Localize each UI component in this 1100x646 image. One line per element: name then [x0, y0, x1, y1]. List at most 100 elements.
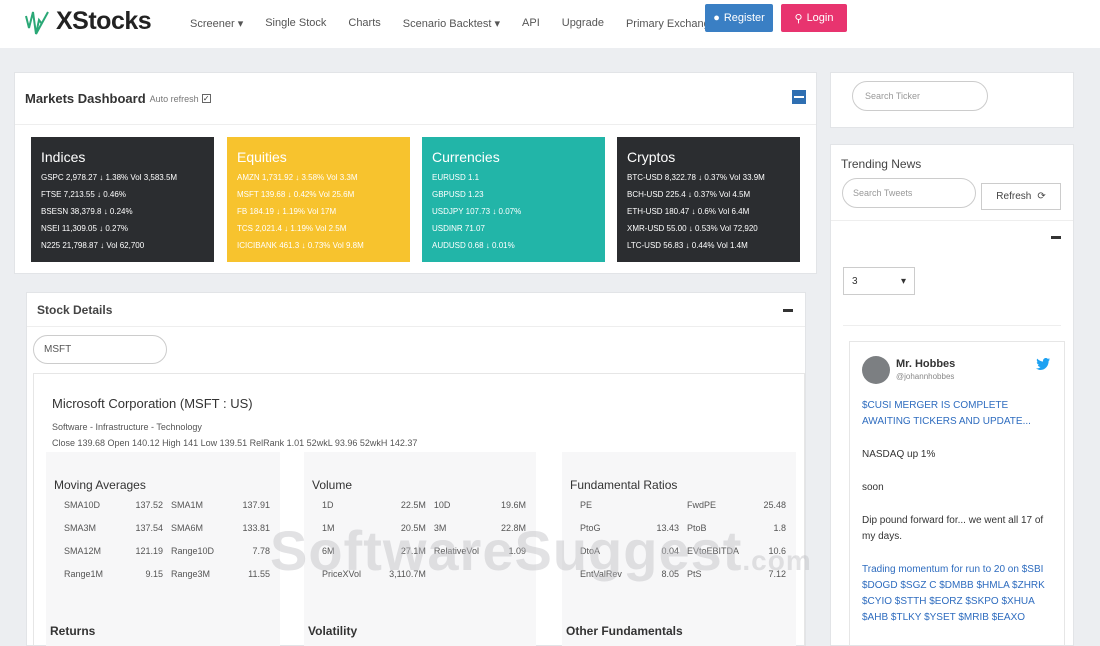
- company-summary: Microsoft Corporation (MSFT : US) Softwa…: [33, 373, 805, 646]
- divider: [843, 325, 1061, 326]
- tile-row[interactable]: BTC-USD 8,322.78 ↓ 0.37% Vol 33.9M: [627, 169, 790, 186]
- tile-row[interactable]: AMZN 1,731.92 ↓ 3.58% Vol 3.3M: [237, 169, 400, 186]
- tweet-author-name[interactable]: Mr. Hobbes: [896, 358, 955, 370]
- stat-label: 1D: [322, 500, 334, 510]
- stat-label: SMA12M: [64, 546, 102, 556]
- nav-item-api[interactable]: API: [522, 17, 540, 30]
- login-label: Login: [806, 12, 834, 24]
- tile-row[interactable]: AUDUSD 0.68 ↓ 0.01%: [432, 237, 595, 254]
- select-value: 3: [852, 275, 858, 287]
- moving-averages-section: Moving Averages SMA10D 137.52 SMA1M 137.91 …: [46, 452, 280, 646]
- search-tweets-input[interactable]: Search Tweets: [842, 178, 976, 208]
- tile-row[interactable]: XMR-USD 55.00 ↓ 0.53% Vol 72,920: [627, 220, 790, 237]
- stat-label: EVtoEBITDA: [687, 546, 740, 556]
- stat-value: 137.91: [242, 500, 270, 510]
- stat-value: 13.43: [656, 523, 679, 533]
- refresh-label: Refresh: [996, 191, 1032, 202]
- tile-row[interactable]: ETH-USD 180.47 ↓ 0.6% Vol 6.4M: [627, 203, 790, 220]
- tweet-paragraph: Dip pound forward for... we went all 17 …: [862, 515, 1044, 542]
- stat-label: PriceXVol: [322, 569, 362, 579]
- stat-label: PE: [580, 500, 593, 510]
- stat-label: SMA3M: [64, 523, 97, 533]
- nav-item-scenario-backtest[interactable]: Scenario Backtest ▾: [403, 17, 500, 30]
- stat-label: 10D: [433, 500, 451, 510]
- tweet-author-handle[interactable]: @johannhobbes: [896, 372, 954, 381]
- tile-row[interactable]: BSESN 38,379.8 ↓ 0.24%: [41, 203, 204, 220]
- markets-dashboard-header: Markets Dashboard Auto refresh ✓: [15, 73, 816, 125]
- stock-details-title: Stock Details: [27, 293, 805, 327]
- stat-label: SMA1M: [171, 500, 204, 510]
- tile-row[interactable]: GSPC 2,978.27 ↓ 1.38% Vol 3,583.5M: [41, 169, 204, 186]
- stat-value: 0.04: [661, 546, 679, 556]
- tweet-count-select[interactable]: 3 ▾: [843, 267, 915, 295]
- login-button[interactable]: ⚲ Login: [781, 4, 847, 32]
- stock-details-collapse-button[interactable]: [783, 309, 793, 312]
- indices-tile: Indices GSPC 2,978.27 ↓ 1.38% Vol 3,583.…: [31, 137, 214, 262]
- tile-row[interactable]: FB 184.19 ↓ 1.19% Vol 17M: [237, 203, 400, 220]
- volume-section: Volume 1D 22.5M 10D 19.6M 1M 20.5M 3M 22.8M 6M…: [304, 452, 536, 646]
- tweet-paragraph: soon: [862, 482, 884, 493]
- stat-label: PtS: [687, 569, 702, 579]
- nav-item-charts[interactable]: Charts: [348, 17, 380, 30]
- logo[interactable]: XStocks: [24, 4, 152, 38]
- stat-label: [434, 569, 493, 579]
- cryptos-tile: Cryptos BTC-USD 8,322.78 ↓ 0.37% Vol 33.…: [617, 137, 800, 262]
- tile-row[interactable]: USDINR 71.07: [432, 220, 595, 237]
- tweet-body: $CUSI MERGER IS COMPLETE AWAITING TICKER…: [862, 398, 1056, 643]
- tile-row[interactable]: LTC-USD 56.83 ↓ 0.44% Vol 1.4M: [627, 237, 790, 254]
- nav-item-screener[interactable]: Screener ▾: [190, 17, 243, 30]
- tweet-paragraph: $CUSI MERGER IS COMPLETE AWAITING TICKER…: [862, 400, 1031, 427]
- refresh-button[interactable]: Refresh ⟳: [981, 183, 1061, 210]
- search-ticker-input[interactable]: Search Ticker: [852, 81, 988, 111]
- auto-refresh-checkbox[interactable]: ✓: [201, 94, 211, 103]
- search-ticker-panel: Search Ticker: [830, 72, 1074, 128]
- tweet-card[interactable]: Mr. Hobbes @johannhobbes $CUSI MERGER IS…: [849, 341, 1065, 646]
- fundamental-ratios-grid: PE FwdPE 25.48 PtoG 13.43 PtoB 1.8 DtoA 0.04 EV…: [570, 500, 788, 579]
- news-collapse-button[interactable]: [1051, 236, 1061, 239]
- stat-value: 8.05: [661, 569, 679, 579]
- stat-label: FwdPE: [687, 500, 717, 510]
- nav-item-upgrade[interactable]: Upgrade: [562, 17, 604, 30]
- nav-item-single-stock[interactable]: Single Stock: [265, 17, 326, 30]
- tile-row[interactable]: N225 21,798.87 ↓ Vol 62,700: [41, 237, 204, 254]
- tile-title: Currencies: [432, 149, 500, 165]
- stat-value: 11.55: [248, 569, 270, 579]
- stat-value: [501, 569, 526, 579]
- tile-row[interactable]: NSEI 11,309.05 ↓ 0.27%: [41, 220, 204, 237]
- markets-dashboard-panel: Markets Dashboard Auto refresh ✓ Indices…: [14, 72, 817, 274]
- tile-row[interactable]: MSFT 139.68 ↓ 0.42% Vol 25.6M: [237, 186, 400, 203]
- stat-label: Range10D: [171, 546, 215, 556]
- fundamental-ratios-section: Fundamental Ratios PE FwdPE 25.48 PtoG 13.4…: [562, 452, 796, 646]
- section-title: Fundamental Ratios: [570, 478, 678, 492]
- tile-row[interactable]: EURUSD 1.1: [432, 169, 595, 186]
- stat-label: 3M: [433, 523, 447, 533]
- stat-label: SMA10D: [64, 500, 101, 510]
- tile-row[interactable]: USDJPY 107.73 ↓ 0.07%: [432, 203, 595, 220]
- volatility-heading: Volatility: [308, 624, 358, 638]
- company-name: Microsoft Corporation (MSFT : US): [52, 396, 253, 411]
- stat-label: SMA6M: [171, 523, 204, 533]
- logo-chart-icon: [25, 11, 49, 35]
- avatar[interactable]: [862, 356, 890, 384]
- register-button[interactable]: ● Register: [705, 4, 773, 32]
- stat-label: EntValRev: [580, 569, 622, 579]
- stat-value: 25.48: [763, 500, 786, 510]
- stat-value: 20.5M: [400, 523, 426, 533]
- tile-row[interactable]: TCS 2,021.4 ↓ 1.19% Vol 2.5M: [237, 220, 400, 237]
- tile-row[interactable]: BCH-USD 225.4 ↓ 0.37% Vol 4.5M: [627, 186, 790, 203]
- company-sector: Software - Infrastructure - Technology: [52, 422, 202, 432]
- stat-value: 133.81: [242, 523, 270, 533]
- tile-row[interactable]: FTSE 7,213.55 ↓ 0.46%: [41, 186, 204, 203]
- markets-collapse-button[interactable]: [792, 90, 806, 104]
- tile-row[interactable]: GBPUSD 1.23: [432, 186, 595, 203]
- main-nav: Screener ▾ Single Stock Charts Scenario …: [190, 17, 738, 30]
- tile-row[interactable]: ICICIBANK 461.3 ↓ 0.73% Vol 9.8M: [237, 237, 400, 254]
- auto-refresh-label: Auto refresh: [149, 93, 199, 104]
- refresh-icon: ⟳: [1037, 191, 1046, 202]
- stat-value: 7.12: [768, 569, 786, 579]
- stock-details-panel: Stock Details MSFT Microsoft Corporation…: [26, 292, 806, 646]
- tile-title: Cryptos: [627, 149, 676, 165]
- stat-value: 1.09: [508, 546, 526, 556]
- ticker-input[interactable]: MSFT: [33, 335, 167, 364]
- top-navbar: XStocks Screener ▾ Single Stock Charts S…: [0, 0, 1100, 48]
